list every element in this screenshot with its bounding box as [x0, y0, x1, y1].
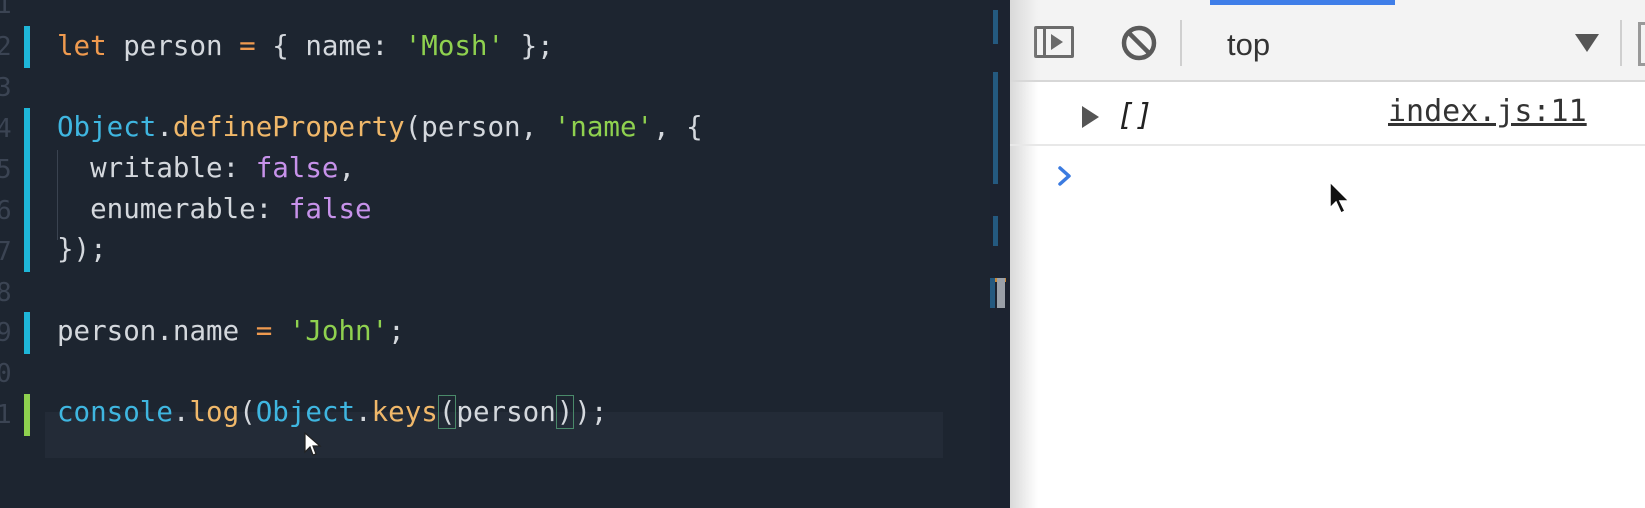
active-tab-indicator	[1210, 0, 1395, 5]
console-toolbar: top	[1010, 0, 1645, 82]
line-number: 7	[0, 237, 12, 267]
sidebar-toggle-icon[interactable]	[1034, 26, 1074, 58]
context-selector[interactable]: top	[1185, 16, 1610, 70]
matched-bracket: (	[437, 395, 457, 429]
code-line-9[interactable]: person.name = 'John';	[57, 314, 405, 348]
token-text: (person,	[404, 111, 554, 143]
line-number: 3	[0, 73, 12, 103]
toolbar-separator	[1620, 20, 1622, 66]
dropdown-arrow-icon	[1575, 34, 1599, 52]
token-function: defineProperty	[172, 111, 405, 143]
token-text: };	[504, 30, 554, 62]
line-number: 4	[0, 114, 12, 144]
prompt-chevron-icon	[1058, 166, 1071, 186]
token-string: 'Mosh'	[404, 30, 505, 62]
code-line-4[interactable]: Object.defineProperty(person, 'name', {	[57, 110, 703, 144]
ruler-mark	[993, 216, 998, 246]
token-punctuation: (	[239, 396, 256, 428]
git-change-marker	[24, 394, 30, 436]
line-number: 6	[0, 196, 12, 226]
git-change-marker	[24, 312, 30, 354]
token-punctuation: .	[156, 111, 173, 143]
token-identifier: person	[106, 30, 240, 62]
git-change-marker	[24, 108, 30, 272]
code-line-11[interactable]: console.log(Object.keys(person));	[57, 395, 607, 429]
token-object: Object	[57, 111, 157, 143]
token-operator: =	[255, 315, 273, 347]
log-source-link[interactable]: index.js:11	[1388, 94, 1587, 129]
line-number: 9	[0, 318, 12, 348]
context-selector-value: top	[1227, 27, 1271, 62]
token-boolean: false	[288, 193, 372, 225]
token-punctuation: );	[574, 396, 608, 428]
token-punctuation: ,	[338, 152, 356, 184]
filter-box-edge[interactable]	[1638, 22, 1645, 66]
token-keyword: let	[57, 30, 107, 62]
mouse-pointer-icon	[304, 432, 322, 456]
token-function: log	[189, 396, 240, 428]
line-number: 5	[0, 155, 12, 185]
token-string: 'John'	[288, 315, 389, 347]
toolbar-separator	[1180, 20, 1182, 66]
expand-triangle-icon[interactable]	[1082, 106, 1099, 128]
line-number: 1	[0, 400, 12, 430]
line-number: 0	[0, 359, 12, 389]
mouse-pointer-icon	[1329, 180, 1351, 215]
token-boolean: false	[255, 152, 339, 184]
ruler-mark	[993, 10, 998, 44]
ruler-mark	[990, 278, 995, 308]
clear-console-icon[interactable]	[1120, 24, 1158, 62]
token-object: Object	[255, 396, 356, 428]
code-editor[interactable]: 1 2 3 4 5 6 7 8 9 0 1 let person = { nam…	[0, 0, 1010, 508]
git-change-marker	[24, 26, 30, 68]
code-line-5[interactable]: writable: false,	[57, 151, 355, 185]
token-text: });	[57, 233, 107, 265]
code-line-6[interactable]: enumerable: false	[57, 192, 372, 226]
scrollbar-thumb[interactable]	[997, 278, 1005, 308]
token-object: console	[57, 396, 173, 428]
ruler-mark	[993, 72, 998, 184]
log-value: []	[1117, 98, 1154, 133]
line-number: 2	[0, 32, 12, 62]
token-identifier: person	[456, 396, 556, 428]
token-punctuation: .	[172, 396, 190, 428]
token-text: , {	[653, 111, 703, 143]
matched-bracket: )	[555, 395, 575, 429]
token-function: keys	[371, 396, 438, 428]
token-operator: =	[239, 30, 256, 62]
line-number: 1	[0, 0, 12, 20]
token-identifier: person.name	[57, 315, 256, 347]
token-punctuation: ;	[388, 315, 405, 347]
token-property: enumerable:	[57, 193, 289, 225]
devtools-console-panel[interactable]: top [] index.js:11	[1010, 0, 1645, 508]
code-line-7[interactable]: });	[57, 232, 107, 266]
console-log-entry[interactable]: [] index.js:11	[1010, 82, 1645, 146]
token-text: { name:	[255, 30, 405, 62]
token-punctuation: .	[355, 396, 372, 428]
panel-shadow	[1010, 0, 1038, 508]
code-line-2[interactable]: let person = { name: 'Mosh' };	[57, 29, 554, 63]
token-property: writable:	[57, 152, 256, 184]
line-number: 8	[0, 278, 12, 308]
token-string: 'name'	[553, 111, 654, 143]
